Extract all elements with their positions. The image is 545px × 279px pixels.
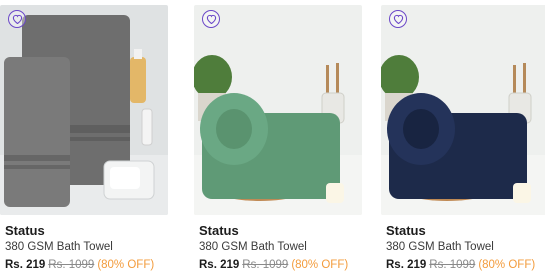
discount-label: (80% OFF)	[97, 259, 155, 271]
product-brand[interactable]: Status	[199, 223, 239, 238]
selling-price: Rs. 219	[386, 259, 427, 271]
wishlist-heart-icon[interactable]	[202, 10, 220, 28]
product-image[interactable]	[194, 5, 362, 215]
discount-label: (80% OFF)	[291, 259, 349, 271]
mrp-price: Rs. 1099	[429, 259, 476, 271]
mrp-price: Rs. 1099	[48, 259, 95, 271]
product-brand[interactable]: Status	[5, 223, 45, 238]
selling-price: Rs. 219	[199, 259, 240, 271]
product-name[interactable]: 380 GSM Bath Towel	[199, 241, 307, 253]
product-name[interactable]: 380 GSM Bath Towel	[386, 241, 494, 253]
wishlist-heart-icon[interactable]	[8, 10, 26, 28]
wishlist-heart-icon[interactable]	[389, 10, 407, 28]
product-image[interactable]	[0, 5, 168, 215]
price-row: Rs. 219 Rs. 1099 (80% OFF)	[199, 259, 348, 271]
product-image[interactable]	[381, 5, 545, 215]
product-card-3[interactable]: Status 380 GSM Bath Towel Rs. 219 Rs. 109…	[381, 0, 545, 279]
product-card-2[interactable]: Status 380 GSM Bath Towel Rs. 219 Rs. 109…	[194, 0, 362, 279]
price-row: Rs. 219 Rs. 1099 (80% OFF)	[5, 259, 154, 271]
price-row: Rs. 219 Rs. 1099 (80% OFF)	[386, 259, 535, 271]
product-name[interactable]: 380 GSM Bath Towel	[5, 241, 113, 253]
discount-label: (80% OFF)	[478, 259, 536, 271]
product-card-1[interactable]: Status 380 GSM Bath Towel Rs. 219 Rs. 109…	[0, 0, 168, 279]
selling-price: Rs. 219	[5, 259, 46, 271]
mrp-price: Rs. 1099	[242, 259, 289, 271]
product-brand[interactable]: Status	[386, 223, 426, 238]
